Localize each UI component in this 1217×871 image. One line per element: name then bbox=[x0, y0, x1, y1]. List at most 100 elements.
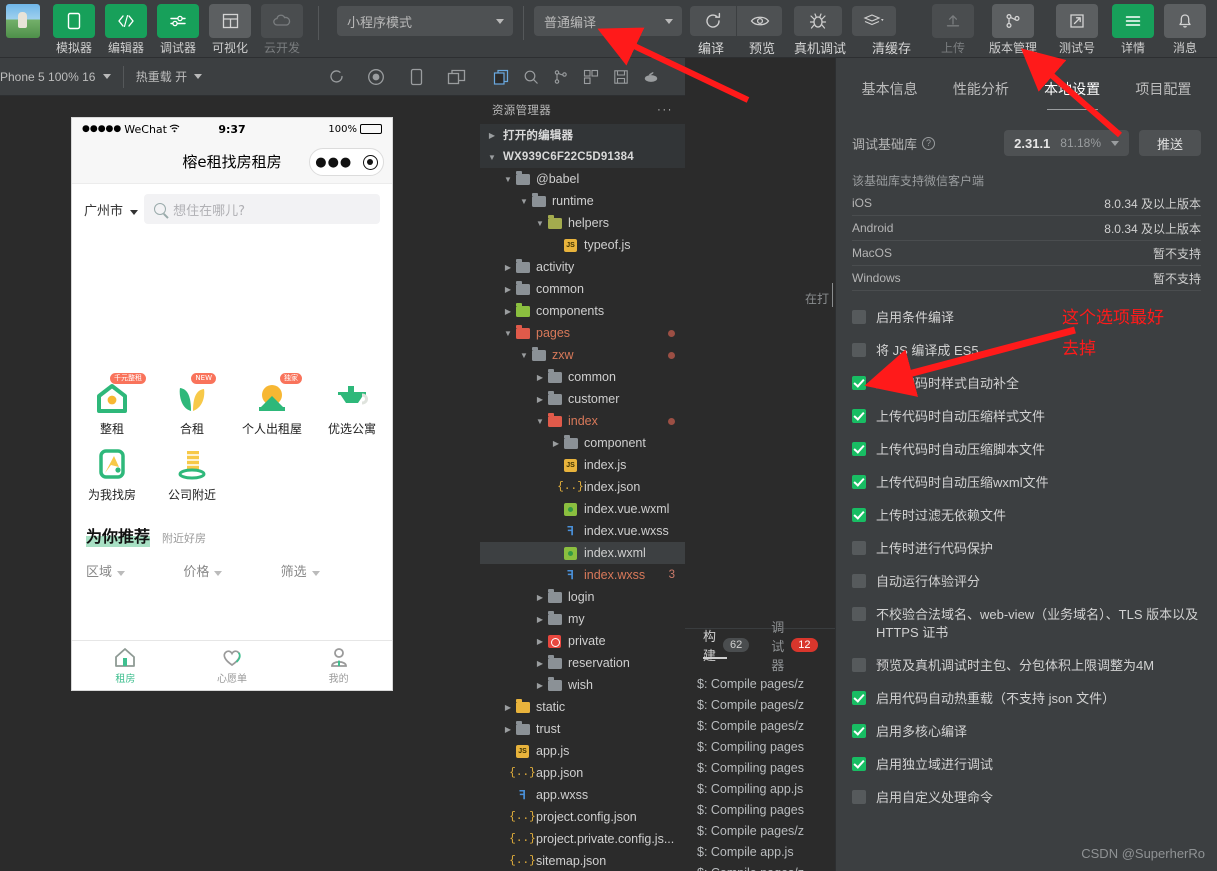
grid-item-weiwozhaofang[interactable]: 为我找房 bbox=[72, 441, 152, 507]
extensions-icon[interactable] bbox=[579, 65, 603, 89]
source-control-icon[interactable] bbox=[549, 65, 573, 89]
tree-item-activity[interactable]: ▶ activity bbox=[480, 256, 685, 278]
tab-performance[interactable]: 性能分析 bbox=[935, 58, 1026, 120]
tree-item-components[interactable]: ▶ components bbox=[480, 300, 685, 322]
tree-item-common[interactable]: ▶ common bbox=[480, 278, 685, 300]
setting-option-6[interactable]: 上传时过滤无依赖文件 bbox=[852, 507, 1201, 525]
tree-item-component[interactable]: ▶ component bbox=[480, 432, 685, 454]
tab-project-config[interactable]: 项目配置 bbox=[1118, 58, 1209, 120]
help-icon[interactable]: ? bbox=[922, 136, 936, 150]
compile-label[interactable]: 编译 bbox=[698, 38, 724, 57]
tree-item-app.js[interactable]: JS app.js bbox=[480, 740, 685, 762]
toolbar-simulator[interactable]: 模拟器 bbox=[51, 0, 97, 55]
tree-item-runtime[interactable]: ▼ runtime bbox=[480, 190, 685, 212]
setting-option-10[interactable]: 预览及真机调试时主包、分包体积上限调整为4M bbox=[852, 657, 1201, 675]
filter-region[interactable]: 区域 bbox=[86, 561, 183, 580]
phone-preview[interactable]: ●●●●● WeChat 9:37 100% 榕e租找房租房 ●●● 广州市 想… bbox=[72, 118, 392, 690]
checkbox-checked-icon[interactable] bbox=[852, 409, 866, 423]
checkbox-icon[interactable] bbox=[852, 343, 866, 357]
checkbox-checked-icon[interactable] bbox=[852, 475, 866, 489]
tree-item-reservation[interactable]: ▶ reservation bbox=[480, 652, 685, 674]
tree-item-pages[interactable]: ▼ pages bbox=[480, 322, 685, 344]
toolbar-test-account[interactable]: 测试号 bbox=[1050, 0, 1104, 55]
checkbox-icon[interactable] bbox=[852, 790, 866, 804]
preview-button[interactable] bbox=[736, 6, 782, 36]
toolbar-messages[interactable]: 消息 bbox=[1162, 0, 1208, 55]
toolbar-visualization[interactable]: 可视化 bbox=[207, 0, 253, 55]
files-icon[interactable] bbox=[489, 65, 513, 89]
tree-item-project.private.config.js...[interactable]: {..} project.private.config.js... bbox=[480, 828, 685, 850]
checkbox-icon[interactable] bbox=[852, 310, 866, 324]
tab-debugger[interactable]: 调试器 12 bbox=[771, 620, 818, 673]
preview-label[interactable]: 预览 bbox=[749, 38, 775, 57]
promo-banner[interactable] bbox=[72, 234, 392, 369]
setting-option-11[interactable]: 启用代码自动热重载（不支持 json 文件） bbox=[852, 690, 1201, 708]
checkbox-checked-icon[interactable] bbox=[852, 442, 866, 456]
wechat-capsule-button[interactable]: ●●● bbox=[309, 148, 384, 176]
checkbox-checked-icon[interactable] bbox=[852, 691, 866, 705]
hot-reload-toggle[interactable]: 热重载 开 bbox=[124, 68, 215, 85]
debug-docker-icon[interactable] bbox=[639, 65, 663, 89]
tree-item-index.vue.wxml[interactable]: index.vue.wxml bbox=[480, 498, 685, 520]
tree-item-wish[interactable]: ▶ wish bbox=[480, 674, 685, 696]
setting-option-9[interactable]: 不校验合法域名、web-view（业务域名）、TLS 版本以及 HTTPS 证书 bbox=[852, 606, 1201, 642]
tab-basic-info[interactable]: 基本信息 bbox=[844, 58, 935, 120]
setting-option-12[interactable]: 启用多核心编译 bbox=[852, 723, 1201, 741]
tree-item-index.wxss[interactable]: ꟻ index.wxss 3 bbox=[480, 564, 685, 586]
setting-option-14[interactable]: 启用自定义处理命令 bbox=[852, 789, 1201, 807]
tree-item--babel[interactable]: ▼ @babel bbox=[480, 168, 685, 190]
version-select[interactable]: 2.31.1 81.18% bbox=[1004, 130, 1129, 156]
checkbox-checked-icon[interactable] bbox=[852, 508, 866, 522]
real-device-debug-button[interactable] bbox=[794, 6, 842, 36]
device-select[interactable]: Phone 5 100% 16 bbox=[0, 70, 123, 84]
tree-item-common[interactable]: ▶ common bbox=[480, 366, 685, 388]
tree-item-index.wxml[interactable]: index.wxml bbox=[480, 542, 685, 564]
search-icon[interactable] bbox=[519, 65, 543, 89]
checkbox-checked-icon[interactable] bbox=[852, 376, 866, 390]
push-button[interactable]: 推送 bbox=[1139, 130, 1201, 156]
phone-tab-mine[interactable]: 我的 bbox=[285, 641, 392, 690]
toolbar-cloud[interactable]: 云开发 bbox=[259, 0, 305, 55]
tree-item-private[interactable]: ▶ private bbox=[480, 630, 685, 652]
real-device-debug-label[interactable]: 真机调试 bbox=[794, 38, 846, 57]
tree-item-login[interactable]: ▶ login bbox=[480, 586, 685, 608]
tree-item-index.vue.wxss[interactable]: ꟻ index.vue.wxss bbox=[480, 520, 685, 542]
setting-option-4[interactable]: 上传代码时自动压缩脚本文件 bbox=[852, 441, 1201, 459]
tree-item-project.config.json[interactable]: {..} project.config.json bbox=[480, 806, 685, 828]
setting-option-5[interactable]: 上传代码时自动压缩wxml文件 bbox=[852, 474, 1201, 492]
record-icon[interactable] bbox=[366, 67, 386, 87]
grid-item-geren[interactable]: 独家 个人出租屋 bbox=[232, 373, 312, 441]
city-selector[interactable]: 广州市 bbox=[84, 200, 139, 219]
checkbox-icon[interactable] bbox=[852, 574, 866, 588]
checkbox-checked-icon[interactable] bbox=[852, 724, 866, 738]
phone-tab-zufang[interactable]: 租房 bbox=[72, 641, 179, 690]
tree-item-customer[interactable]: ▶ customer bbox=[480, 388, 685, 410]
filter-more[interactable]: 筛选 bbox=[281, 561, 378, 580]
tree-item-------[interactable]: ▶ 打开的编辑器 bbox=[480, 124, 685, 146]
checkbox-icon[interactable] bbox=[852, 607, 866, 621]
rotate-device-icon[interactable] bbox=[406, 67, 426, 87]
clear-cache-label[interactable]: 清缓存 bbox=[872, 38, 911, 57]
toolbar-editor[interactable]: 编辑器 bbox=[103, 0, 149, 55]
user-avatar[interactable] bbox=[6, 4, 40, 38]
setting-option-8[interactable]: 自动运行体验评分 bbox=[852, 573, 1201, 591]
tree-item-my[interactable]: ▶ my bbox=[480, 608, 685, 630]
tree-item-helpers[interactable]: ▼ helpers bbox=[480, 212, 685, 234]
phone-tab-wishlist[interactable]: 心愿单 bbox=[179, 641, 286, 690]
checkbox-icon[interactable] bbox=[852, 541, 866, 555]
tree-item-app.wxss[interactable]: ꟻ app.wxss bbox=[480, 784, 685, 806]
tree-item-index.json[interactable]: {..} index.json bbox=[480, 476, 685, 498]
tree-item-typeof.js[interactable]: JS typeof.js bbox=[480, 234, 685, 256]
grid-item-youxuan[interactable]: 优选公寓 bbox=[312, 375, 392, 441]
grid-item-zhengzu[interactable]: 千元整租 整租 bbox=[72, 373, 152, 441]
tree-item-trust[interactable]: ▶ trust bbox=[480, 718, 685, 740]
tab-local-settings[interactable]: 本地设置 bbox=[1027, 58, 1118, 120]
checkbox-checked-icon[interactable] bbox=[852, 757, 866, 771]
toolbar-debugger[interactable]: 调试器 bbox=[155, 0, 201, 55]
toolbar-details[interactable]: 详情 bbox=[1110, 0, 1156, 55]
multi-window-icon[interactable] bbox=[446, 67, 466, 87]
setting-option-13[interactable]: 启用独立域进行调试 bbox=[852, 756, 1201, 774]
save-all-icon[interactable] bbox=[609, 65, 633, 89]
grid-item-hezu[interactable]: NEW 合租 bbox=[152, 373, 232, 441]
tab-build[interactable]: 构建 62 bbox=[703, 629, 750, 663]
